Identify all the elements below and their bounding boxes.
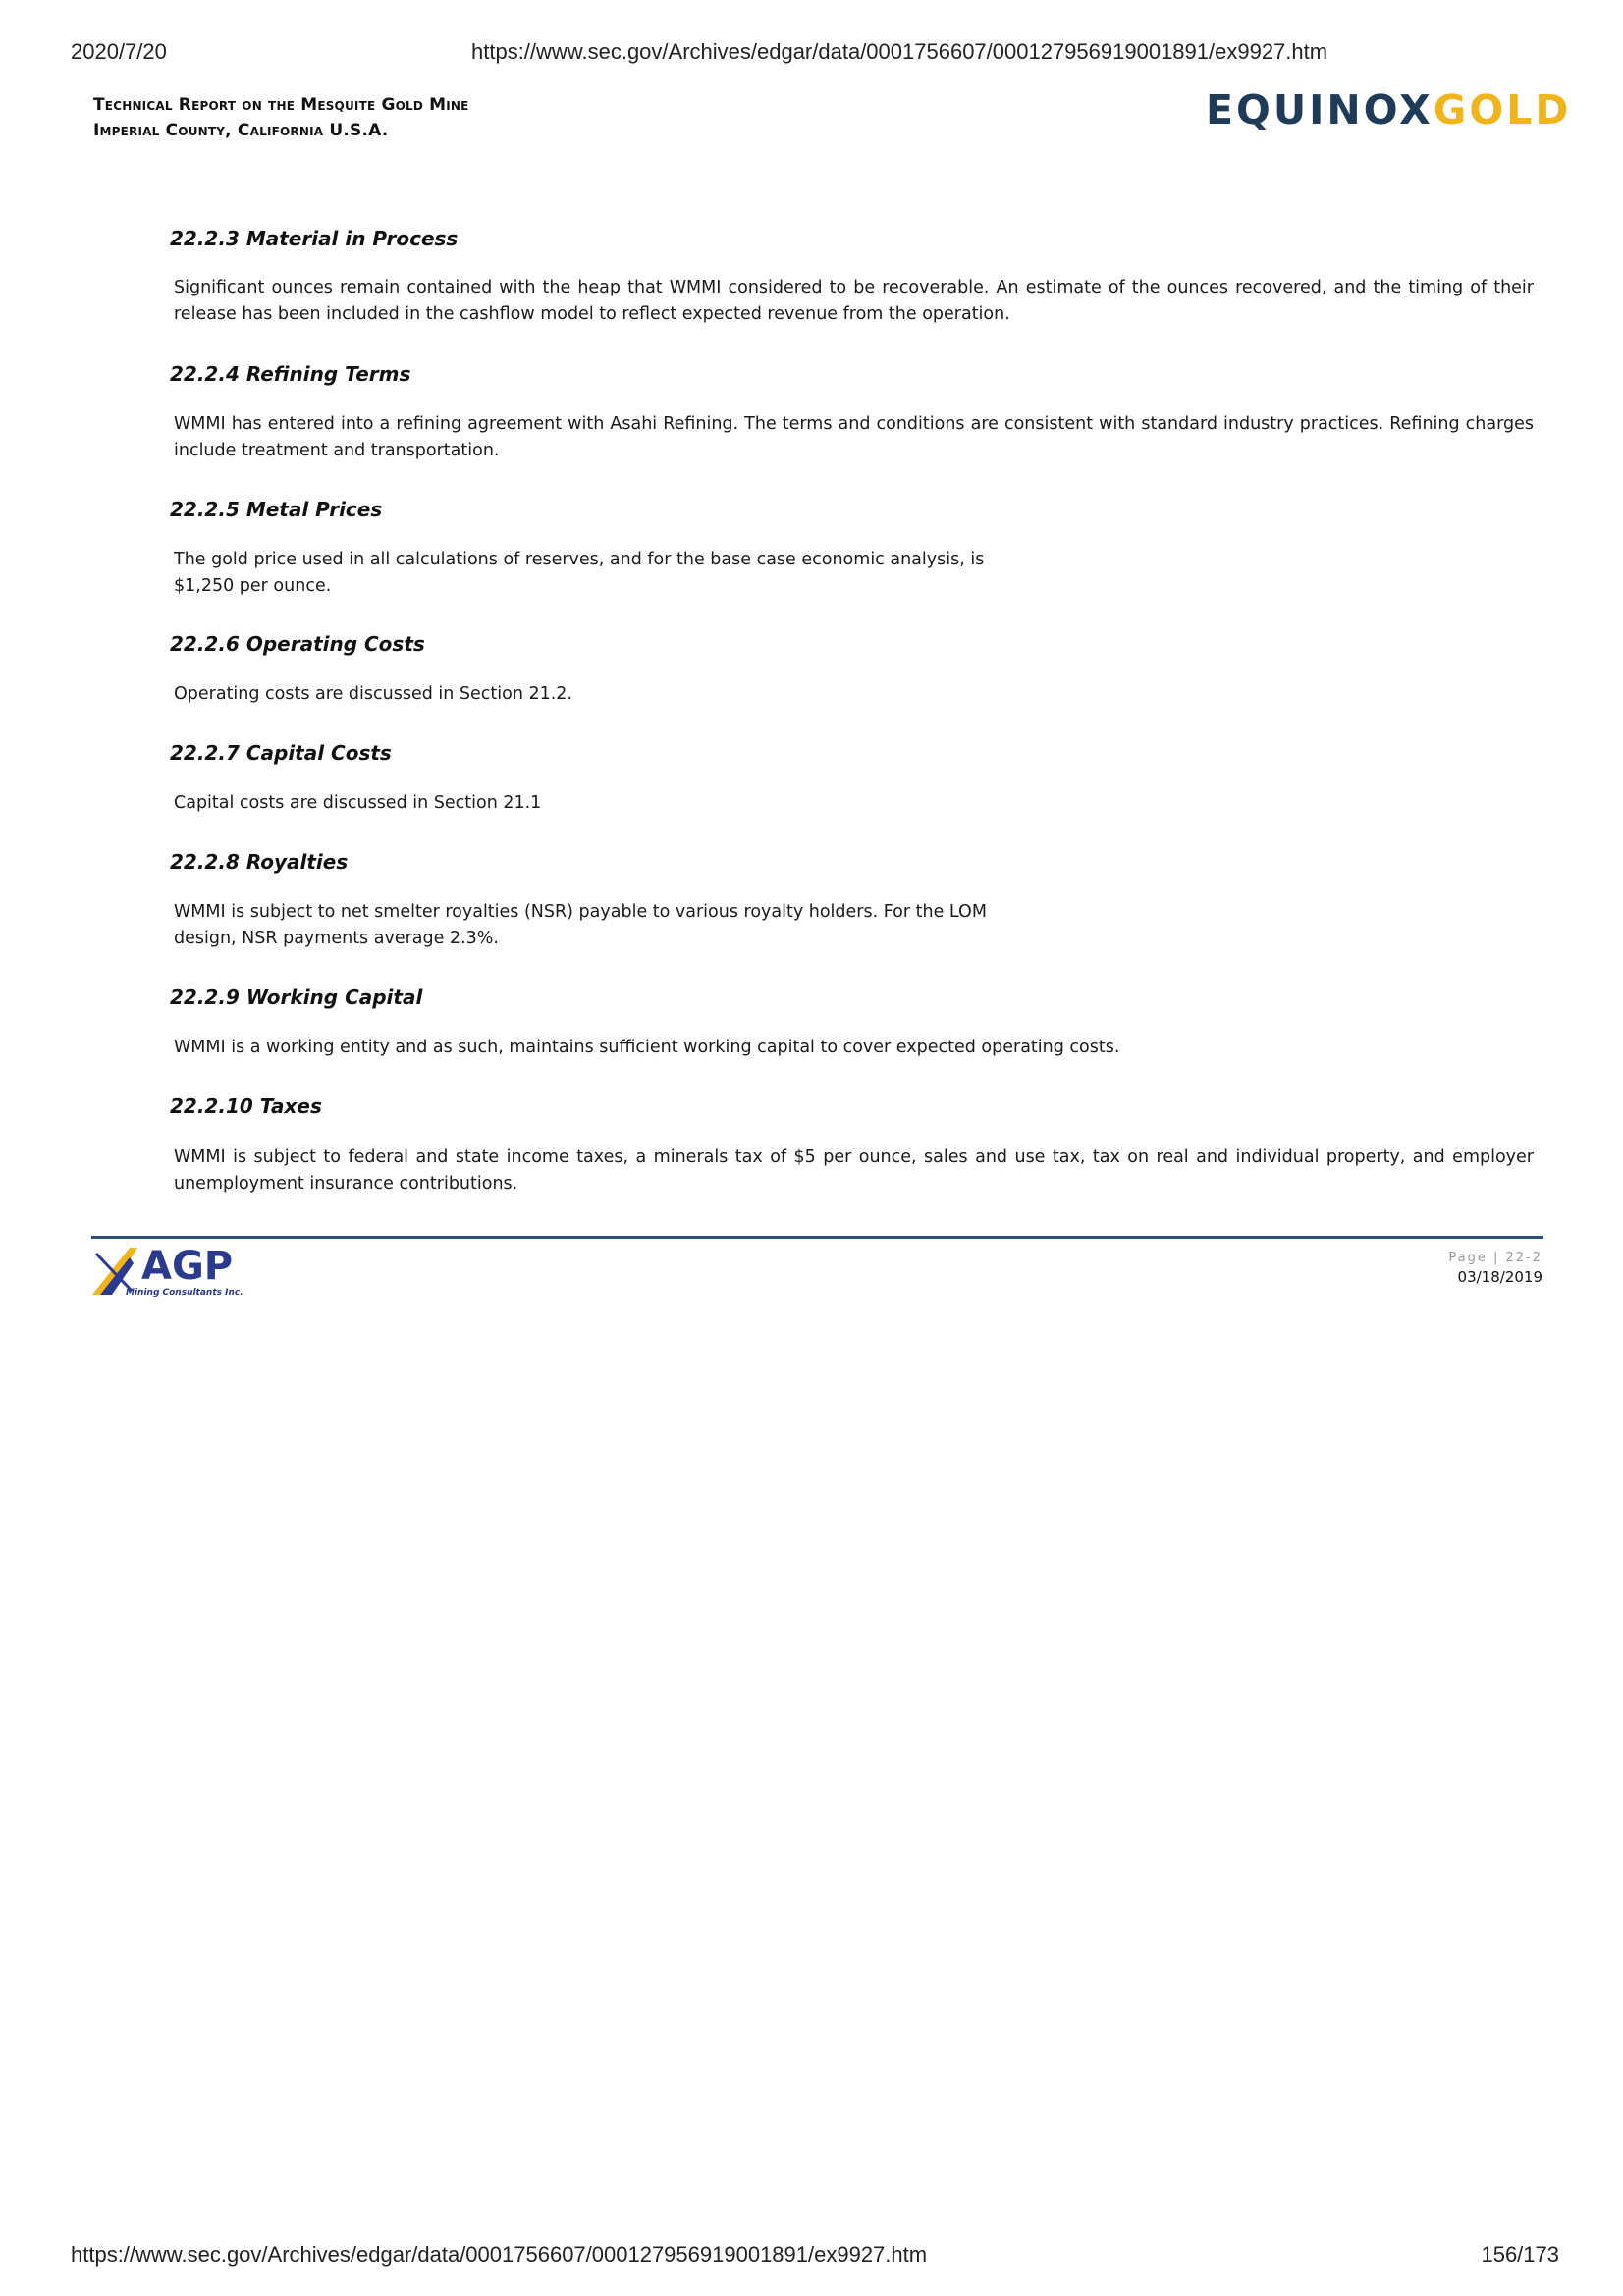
report-title: Technical Report on the Mesquite Gold Mi…	[93, 92, 469, 143]
section-heading: 22.2.6 Operating Costs	[170, 632, 425, 656]
section-heading: 22.2.3 Material in Process	[170, 227, 459, 250]
agp-logo-subtext: Mining Consultants Inc.	[126, 1288, 243, 1298]
section-body: WMMI is subject to net smelter royalties…	[174, 902, 987, 948]
section-heading: 22.2.10 Taxes	[170, 1095, 322, 1118]
report-title-line2: Imperial County, California U.S.A.	[93, 121, 389, 140]
section-heading: 22.2.7 Capital Costs	[170, 741, 392, 765]
print-footer-url[interactable]: https://www.sec.gov/Archives/edgar/data/…	[71, 2242, 927, 2268]
agp-logo-text: AGP	[141, 1244, 233, 1289]
report-title-line1: Technical Report on the Mesquite Gold Mi…	[93, 95, 469, 115]
logo-part2: GOLD	[1433, 86, 1572, 133]
logo-part1: EQUINOX	[1206, 86, 1434, 133]
section-heading: 22.2.9 Working Capital	[170, 986, 423, 1009]
print-header-date: 2020/7/20	[71, 39, 167, 64]
section-body: The gold price used in all calculations …	[174, 550, 985, 596]
section-body: WMMI is subject to federal and state inc…	[174, 1148, 1534, 1194]
footer-page-label: Page | 22-2	[1448, 1251, 1542, 1265]
section-body: Operating costs are discussed in Section…	[174, 684, 573, 704]
print-header-url[interactable]: https://www.sec.gov/Archives/edgar/data/…	[471, 39, 1327, 65]
section-heading: 22.2.4 Refining Terms	[170, 362, 411, 386]
footer-rule	[91, 1236, 1543, 1239]
print-footer-pages: 156/173	[1481, 2242, 1559, 2267]
agp-logo-graphic: AGP Mining Consultants Inc.	[92, 1244, 243, 1298]
section-body: WMMI is a working entity and as such, ma…	[174, 1038, 1120, 1057]
footer-date: 03/18/2019	[1457, 1268, 1542, 1286]
section-body: Significant ounces remain contained with…	[174, 278, 1534, 324]
equinox-gold-logo: EQUINOXGOLD	[1206, 86, 1571, 133]
section-body: Capital costs are discussed in Section 2…	[174, 793, 542, 813]
section-heading: 22.2.8 Royalties	[170, 850, 349, 874]
agp-logo: AGP Mining Consultants Inc.	[90, 1240, 257, 1301]
section-heading: 22.2.5 Metal Prices	[170, 498, 383, 521]
section-body: WMMI has entered into a refining agreeme…	[174, 414, 1534, 460]
